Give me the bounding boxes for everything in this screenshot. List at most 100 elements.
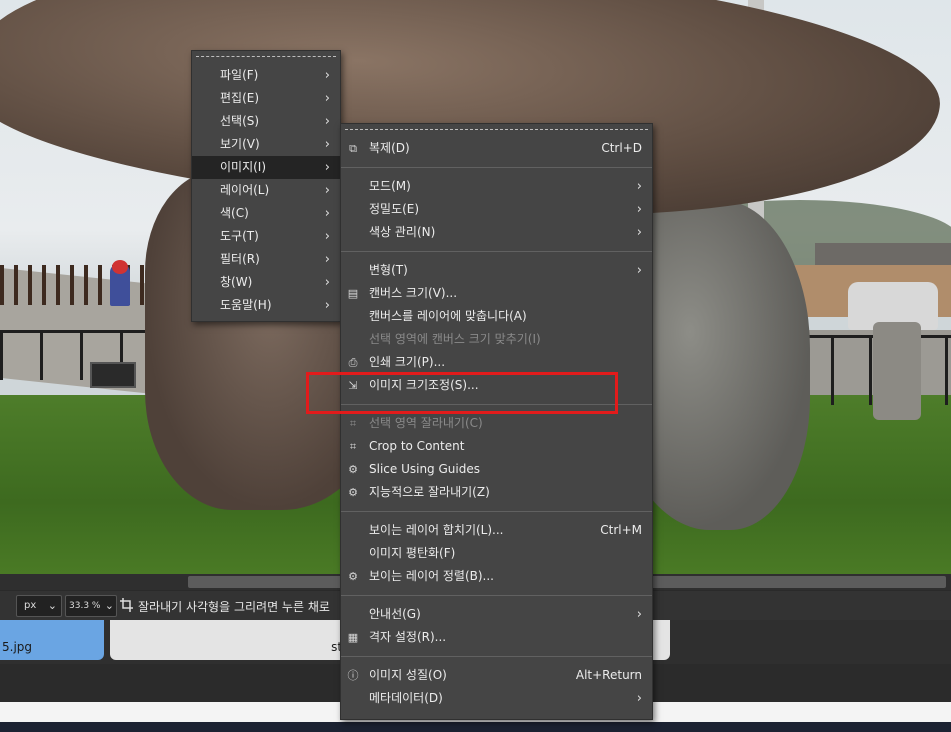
menu-label: 캔버스 크기(V)... <box>369 286 458 300</box>
unit-value: px <box>24 600 37 611</box>
menu-file[interactable]: 파일(F) › <box>192 64 340 87</box>
menu-color-management[interactable]: 색상 관리(N) › <box>341 221 652 244</box>
menu-label: 편집(E) <box>220 91 260 105</box>
chevron-right-icon: › <box>324 114 330 129</box>
menu-image-properties[interactable]: ⓘ 이미지 성질(O) Alt+Return <box>341 664 652 687</box>
menu-metadata[interactable]: 메타데이터(D) › <box>341 687 652 710</box>
chevron-right-icon: › <box>324 252 330 267</box>
menu-tools[interactable]: 도구(T) › <box>192 225 340 248</box>
chevron-right-icon: › <box>324 160 330 175</box>
menu-print-size[interactable]: ⎙ 인쇄 크기(P)... <box>341 351 652 374</box>
menu-label: 인쇄 크기(P)... <box>369 355 446 369</box>
menu-label: 모드(M) <box>369 179 411 193</box>
menu-label: 격자 설정(R)... <box>369 630 447 644</box>
crop-icon: ⌗ <box>349 417 357 430</box>
menu-zealous-crop[interactable]: ⚙ 지능적으로 잘라내기(Z) <box>341 481 652 504</box>
menu-separator <box>341 511 652 512</box>
chevron-right-icon: › <box>636 691 642 706</box>
annotation-highlight-box <box>306 372 618 414</box>
menu-label: 레이어(L) <box>220 183 270 197</box>
chevron-right-icon: › <box>636 179 642 194</box>
menu-fit-canvas-layers[interactable]: 캔버스를 레이어에 맞춥니다(A) <box>341 305 652 328</box>
menu-separator <box>341 167 652 168</box>
menu-label: 보기(V) <box>220 137 260 151</box>
menu-select[interactable]: 선택(S) › <box>192 110 340 133</box>
menu-mode[interactable]: 모드(M) › <box>341 175 652 198</box>
menu-view[interactable]: 보기(V) › <box>192 133 340 156</box>
chevron-right-icon: › <box>324 183 330 198</box>
chevron-right-icon: › <box>324 275 330 290</box>
tearoff-line[interactable] <box>196 56 336 64</box>
wooden-fence <box>0 265 160 305</box>
menu-label: 색(C) <box>220 206 249 220</box>
crop-icon: ⌗ <box>349 440 357 453</box>
menu-label: 복제(D) <box>369 141 410 155</box>
print-icon: ⎙ <box>348 356 358 369</box>
align-icon: ⚙ <box>348 570 358 583</box>
chevron-right-icon: › <box>636 202 642 217</box>
menu-crop-to-content[interactable]: ⌗ Crop to Content <box>341 435 652 458</box>
menu-windows[interactable]: 창(W) › <box>192 271 340 294</box>
menu-label: Crop to Content <box>369 439 465 453</box>
menu-label: 메타데이터(D) <box>369 691 443 705</box>
menu-flatten[interactable]: 이미지 평탄화(F) <box>341 542 652 565</box>
menu-separator <box>341 595 652 596</box>
shortcut-label: Ctrl+M <box>600 523 642 537</box>
menu-precision[interactable]: 정밀도(E) › <box>341 198 652 221</box>
menu-label: 이미지(I) <box>220 160 267 174</box>
chevron-right-icon: › <box>636 225 642 240</box>
slice-icon: ⚙ <box>348 463 358 476</box>
menu-duplicate[interactable]: ⧉ 복제(D) Ctrl+D <box>341 137 652 160</box>
menu-align-visible[interactable]: ⚙ 보이는 레이어 정렬(B)... <box>341 565 652 588</box>
zoom-value: 33.3 % <box>69 601 101 611</box>
menu-separator <box>341 251 652 252</box>
unit-selector[interactable]: px ⌄ <box>16 595 62 617</box>
menu-label: 창(W) <box>220 275 253 289</box>
main-menu-popup: 파일(F) › 편집(E) › 선택(S) › 보기(V) › 이미지(I) › 레이어(… <box>191 50 341 322</box>
menu-slice-using-guides[interactable]: ⚙ Slice Using Guides <box>341 458 652 481</box>
menu-image[interactable]: 이미지(I) › <box>192 156 340 179</box>
menu-help[interactable]: 도움말(H) › <box>192 294 340 317</box>
chevron-right-icon: › <box>636 263 642 278</box>
menu-guides[interactable]: 안내선(G) › <box>341 603 652 626</box>
menu-label: Slice Using Guides <box>369 462 480 476</box>
menu-layer[interactable]: 레이어(L) › <box>192 179 340 202</box>
menu-label: 색상 관리(N) <box>369 225 436 239</box>
menu-configure-grid[interactable]: ▦ 격자 설정(R)... <box>341 626 652 649</box>
menu-crop-to-selection: ⌗ 선택 영역 잘라내기(C) <box>341 412 652 435</box>
stone-post <box>873 322 921 420</box>
menu-label: 안내선(G) <box>369 607 421 621</box>
menu-canvas-size[interactable]: ▤ 캔버스 크기(V)... <box>341 282 652 305</box>
chevron-right-icon: › <box>324 298 330 313</box>
menu-edit[interactable]: 편집(E) › <box>192 87 340 110</box>
chevron-right-icon: › <box>324 137 330 152</box>
grid-icon: ▦ <box>347 631 359 644</box>
chevron-right-icon: › <box>324 68 330 83</box>
menu-label: 도구(T) <box>220 229 259 243</box>
zoom-selector[interactable]: 33.3 % ⌄ <box>65 595 117 617</box>
info-icon: ⓘ <box>347 669 359 682</box>
menu-colors[interactable]: 색(C) › <box>192 202 340 225</box>
menu-fit-canvas-selection: 선택 영역에 캔버스 크기 맞추기(I) <box>341 328 652 351</box>
menu-label: 파일(F) <box>220 68 259 82</box>
crop-icon <box>120 598 133 612</box>
person <box>110 260 130 306</box>
info-sign <box>90 362 136 388</box>
tearoff-line[interactable] <box>345 129 648 137</box>
shortcut-label: Alt+Return <box>575 668 642 682</box>
chevron-right-icon: › <box>324 229 330 244</box>
menu-filters[interactable]: 필터(R) › <box>192 248 340 271</box>
status-message: 잘라내기 사각형을 그리려면 누른 채로 <box>138 600 330 614</box>
tab-image-1[interactable]: 5.jpg <box>0 620 104 660</box>
menu-label: 선택 영역 잘라내기(C) <box>369 416 483 430</box>
menu-label: 지능적으로 잘라내기(Z) <box>369 485 490 499</box>
menu-merge-visible[interactable]: 보이는 레이어 합치기(L)... Ctrl+M <box>341 519 652 542</box>
image-submenu: ⧉ 복제(D) Ctrl+D 모드(M) › 정밀도(E) › 색상 관리(N)… <box>340 123 653 720</box>
menu-label: 캔버스를 레이어에 맞춥니다(A) <box>369 309 527 323</box>
taskbar <box>0 722 951 732</box>
menu-transform[interactable]: 변형(T) › <box>341 259 652 282</box>
chevron-down-icon: ⌄ <box>47 599 57 612</box>
menu-label: 도움말(H) <box>220 298 272 312</box>
zealous-crop-icon: ⚙ <box>348 486 358 499</box>
menu-label: 정밀도(E) <box>369 202 420 216</box>
